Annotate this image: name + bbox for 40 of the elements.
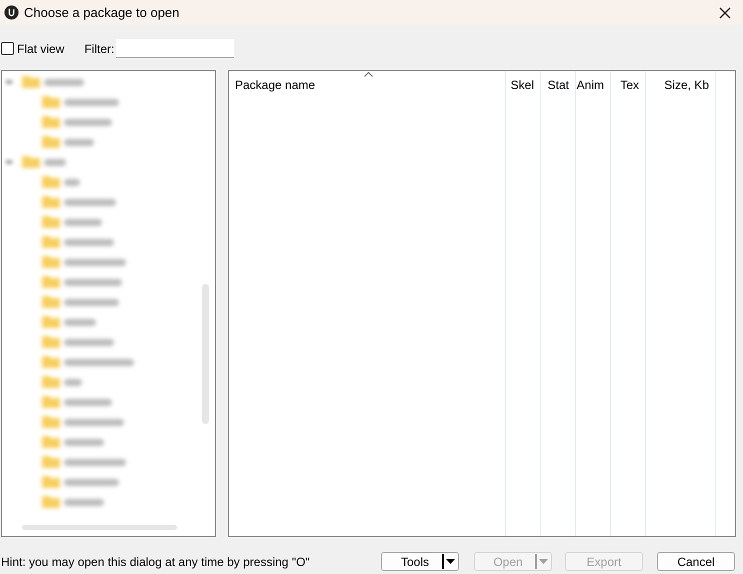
caret-icon — [446, 559, 455, 564]
folder-icon — [42, 276, 60, 288]
folder-icon — [42, 296, 60, 308]
folder-icon — [42, 456, 60, 468]
column-header[interactable]: Tex — [611, 71, 645, 97]
folder-icon — [42, 496, 60, 508]
flat-view-label: Flat view — [17, 40, 64, 58]
folder-icon — [42, 256, 60, 268]
folder-icon — [42, 476, 60, 488]
folder-icon — [42, 176, 60, 188]
column-header[interactable]: Skel — [506, 71, 540, 97]
column-header[interactable]: Stat — [541, 71, 575, 97]
folder-icon — [42, 316, 60, 328]
app-logo-icon — [4, 5, 19, 20]
folder-icon — [42, 136, 60, 148]
column-header[interactable]: Size, Kb — [646, 71, 715, 97]
filter-label: Filter: — [84, 40, 114, 58]
folder-icon — [42, 416, 60, 428]
folder-icon — [42, 436, 60, 448]
folder-icon — [42, 336, 60, 348]
filter-field[interactable] — [116, 39, 234, 58]
folder-icon — [22, 156, 40, 168]
column-header[interactable]: Package name — [229, 71, 505, 97]
folder-icon — [42, 96, 60, 108]
window-title: Choose a package to open — [24, 4, 180, 22]
close-icon[interactable] — [719, 6, 731, 18]
hint-text: Hint: you may open this dialog at any time by pressing "O" — [1, 554, 311, 570]
folder-icon — [42, 116, 60, 128]
dialog-button[interactable]: Cancel — [657, 552, 735, 571]
column-header[interactable]: Anim — [576, 71, 610, 97]
folder-icon — [42, 196, 60, 208]
folder-icon — [42, 396, 60, 408]
folder-icon — [22, 76, 40, 88]
folder-icon — [42, 356, 60, 368]
folder-icon — [42, 376, 60, 388]
caret-icon — [539, 559, 548, 564]
dialog-button[interactable]: Tools — [381, 552, 459, 571]
folder-icon — [42, 216, 60, 228]
flat-view-checkbox[interactable] — [1, 42, 14, 55]
folder-icon — [42, 236, 60, 248]
